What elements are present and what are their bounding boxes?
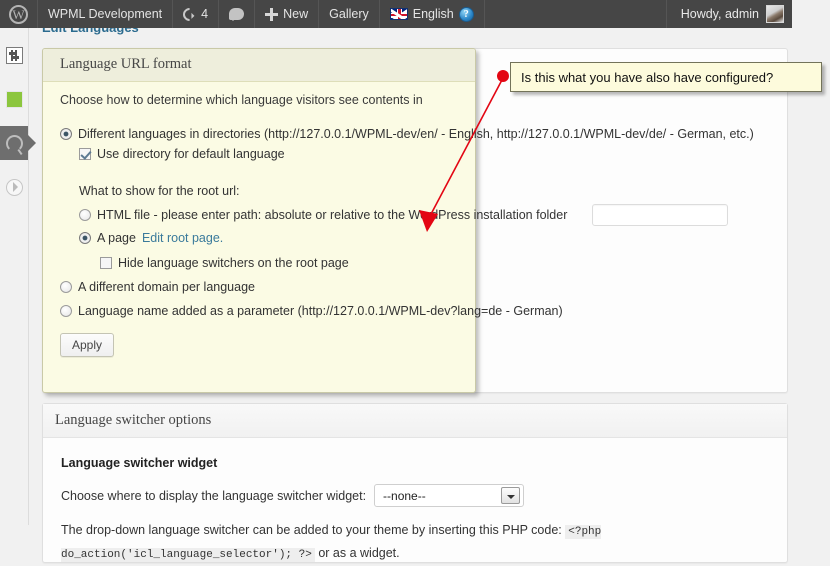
switcher-widget-select[interactable]: --none-- — [374, 484, 525, 507]
language-url-format-title: Language URL format — [60, 56, 192, 72]
switcher-widget-location-row: Choose where to display the language swi… — [61, 484, 769, 507]
language-menu[interactable]: English ? — [380, 0, 485, 28]
php-text-after: or as a widget. — [318, 546, 400, 561]
annotation-callout: Is this what you have also have configur… — [510, 62, 822, 92]
checkbox-label-hide-switchers: Hide language switchers on the root page — [118, 256, 349, 270]
sidebar-item-wpml[interactable] — [0, 126, 36, 160]
avatar-icon — [766, 5, 784, 23]
comments-menu[interactable] — [219, 0, 256, 28]
radio-label-directories: Different languages in directories (http… — [78, 127, 754, 141]
uk-flag-icon — [389, 8, 408, 20]
radio-option-lang-parameter[interactable]: Language name added as a parameter (http… — [60, 304, 563, 318]
apply-button[interactable]: Apply — [60, 333, 115, 357]
radio-icon-domain-per-language — [60, 281, 72, 293]
language-switcher-options-title: Language switcher options — [43, 404, 787, 438]
gallery-label: Gallery — [329, 7, 369, 21]
language-url-format-intro: Choose how to determine which language v… — [60, 93, 423, 107]
site-title-label: WPML Development — [48, 7, 163, 21]
sidebar-item-settings[interactable] — [0, 38, 28, 72]
checkbox-hide-switchers[interactable]: Hide language switchers on the root page — [100, 256, 349, 270]
chevron-down-icon[interactable] — [501, 487, 521, 504]
radio-label-html-file: HTML file - please enter path: absolute … — [97, 208, 568, 222]
play-circle-icon — [5, 178, 23, 196]
html-path-input[interactable] — [592, 204, 728, 226]
green-square-icon — [5, 90, 23, 108]
radio-option-html-file[interactable]: HTML file - please enter path: absolute … — [79, 208, 567, 222]
annotation-dot-icon — [497, 70, 509, 82]
comment-icon — [229, 8, 245, 21]
radio-option-directories[interactable]: Different languages in directories (http… — [60, 127, 754, 141]
radio-label-domain-per-language: A different domain per language — [78, 280, 255, 294]
refresh-icon — [180, 4, 199, 24]
checkbox-icon-use-directory — [79, 148, 91, 160]
language-switcher-widget-heading: Language switcher widget — [61, 456, 218, 470]
radio-label-a-page: A page — [97, 231, 136, 245]
radio-label-lang-parameter: Language name added as a parameter (http… — [78, 304, 563, 318]
checkbox-icon-hide-switchers — [100, 257, 112, 269]
language-url-format-contents: Language URL format Choose how to determ… — [42, 48, 788, 393]
howdy-label: Howdy, admin — [680, 7, 759, 21]
admin-sidebar — [0, 28, 36, 525]
new-content-menu[interactable]: New — [255, 0, 320, 28]
admin-bar-spacer — [485, 0, 666, 28]
php-text-before: The drop-down language switcher can be a… — [61, 523, 562, 537]
radio-option-domain-per-language[interactable]: A different domain per language — [60, 280, 255, 294]
wordpress-logo-icon: W — [9, 4, 28, 24]
gallery-menu[interactable]: Gallery — [319, 0, 380, 28]
radio-icon-lang-parameter — [60, 305, 72, 317]
radio-option-a-page[interactable]: A page Edit root page. — [79, 231, 223, 245]
language-switcher-options-body: Language switcher widget Choose where to… — [43, 438, 787, 566]
edit-root-page-link[interactable]: Edit root page. — [142, 231, 223, 245]
sliders-settings-icon — [5, 46, 23, 64]
php-code-instructions: The drop-down language switcher can be a… — [61, 519, 769, 566]
page-content: Edit Languages Language URL format Choos… — [30, 20, 830, 563]
account-menu[interactable]: Howdy, admin — [665, 0, 792, 28]
help-icon[interactable]: ? — [458, 6, 474, 22]
site-title-menu[interactable]: WPML Development — [38, 0, 174, 28]
checkbox-use-directory[interactable]: Use directory for default language — [79, 147, 285, 161]
root-url-heading-label: What to show for the root url: — [79, 184, 240, 198]
annotation-text: Is this what you have also have configur… — [521, 69, 774, 85]
wpml-globe-icon — [5, 134, 23, 152]
updates-count: 4 — [201, 7, 209, 21]
new-label: New — [283, 7, 309, 21]
root-url-heading: What to show for the root url: — [79, 184, 240, 198]
updates-menu[interactable]: 4 — [173, 0, 220, 28]
language-switcher-options-panel: Language switcher options Language switc… — [42, 403, 788, 563]
radio-icon-directories — [60, 128, 72, 140]
sidebar-item-media-player[interactable] — [0, 170, 28, 204]
switcher-widget-select-value: --none-- — [383, 488, 426, 503]
switcher-widget-location-label: Choose where to display the language swi… — [61, 488, 367, 503]
wordpress-logo-button[interactable]: W — [0, 0, 38, 28]
language-label: English — [412, 7, 454, 21]
sidebar-item-green[interactable] — [0, 82, 28, 116]
checkbox-label-use-directory: Use directory for default language — [97, 147, 285, 161]
radio-icon-a-page — [79, 232, 91, 244]
radio-icon-html-file — [79, 209, 91, 221]
admin-bar: W WPML Development 4 New Gallery English… — [0, 0, 792, 28]
plus-icon — [265, 7, 279, 21]
